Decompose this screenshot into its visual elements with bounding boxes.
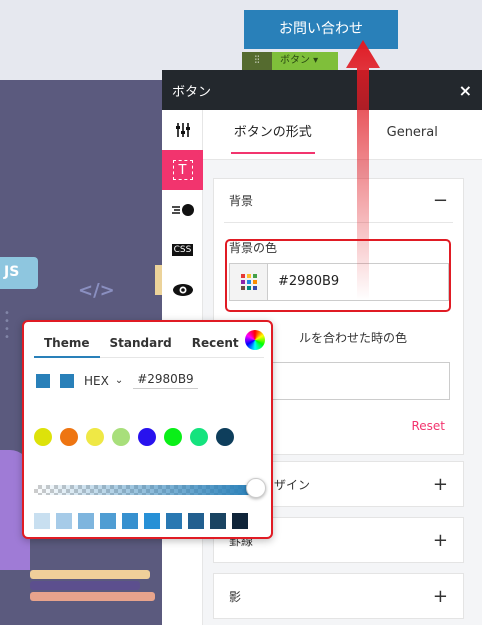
- tab-standard[interactable]: Standard: [100, 328, 182, 358]
- color-swatch[interactable]: [112, 428, 130, 446]
- color-swatch[interactable]: [164, 428, 182, 446]
- tab-label: General: [386, 125, 438, 140]
- shade-swatch[interactable]: [166, 513, 182, 529]
- section-title: 背景: [229, 194, 254, 208]
- color-wheel-icon[interactable]: [245, 330, 265, 350]
- expand-icon[interactable]: +: [433, 530, 448, 551]
- page-background: [0, 0, 482, 80]
- shade-swatch[interactable]: [210, 513, 226, 529]
- code-badge: </>: [78, 280, 115, 301]
- color-swatch[interactable]: [34, 428, 52, 446]
- color-swatch[interactable]: [60, 428, 78, 446]
- sliders-icon[interactable]: [162, 110, 203, 150]
- shade-swatches: [34, 513, 254, 529]
- expand-icon[interactable]: +: [433, 474, 448, 495]
- shade-swatch[interactable]: [56, 513, 72, 529]
- visibility-icon[interactable]: [162, 270, 203, 310]
- shade-swatch[interactable]: [34, 513, 50, 529]
- hex-input[interactable]: #2980B9: [133, 372, 198, 389]
- shade-swatch[interactable]: [122, 513, 138, 529]
- shade-swatch[interactable]: [144, 513, 160, 529]
- opacity-slider[interactable]: [34, 485, 254, 495]
- widget-toolbar: ⫶⫶ ボタン ▾: [242, 52, 338, 70]
- tab-theme[interactable]: Theme: [34, 328, 100, 358]
- red-arrow-annotation: [346, 40, 380, 300]
- tab-recent[interactable]: Recent: [182, 328, 249, 358]
- text-style-icon[interactable]: T: [162, 150, 203, 190]
- reset-link[interactable]: Reset: [411, 419, 445, 433]
- color-swatch[interactable]: [190, 428, 208, 446]
- close-icon[interactable]: ×: [459, 81, 472, 100]
- section-title: 影: [229, 589, 242, 604]
- shade-swatch[interactable]: [188, 513, 204, 529]
- hero-books: [30, 570, 160, 610]
- opacity-slider-handle[interactable]: [246, 478, 266, 498]
- shade-swatch[interactable]: [232, 513, 248, 529]
- sliders-icon[interactable]: ⫶⫶: [242, 52, 272, 70]
- tab-label: ボタンの形式: [233, 125, 312, 140]
- hero-dots: • • • •: [4, 308, 10, 343]
- panel-header: ボタン ×: [162, 70, 482, 110]
- background-section-header[interactable]: 背景 −: [224, 179, 453, 223]
- previous-color-swatch[interactable]: [60, 373, 74, 388]
- shade-swatch[interactable]: [100, 513, 116, 529]
- current-color-swatch: [36, 373, 50, 388]
- shadow-section[interactable]: 影 +: [213, 573, 464, 619]
- widget-name-label[interactable]: ボタン ▾: [272, 52, 338, 70]
- chevron-down-icon[interactable]: ⌄: [115, 375, 123, 386]
- panel-title: ボタン: [172, 84, 212, 100]
- picker-value-row: HEX ⌄ #2980B9: [36, 372, 198, 389]
- shadow-section-header: 影 +: [214, 574, 463, 618]
- collapse-icon[interactable]: −: [433, 190, 448, 211]
- color-swatch[interactable]: [86, 428, 104, 446]
- css-icon[interactable]: CSS: [162, 230, 203, 270]
- format-select[interactable]: HEX: [84, 374, 109, 388]
- animation-icon[interactable]: [162, 190, 203, 230]
- panel-tabs: ボタンの形式 General: [203, 110, 482, 160]
- highlight-box: [225, 239, 451, 312]
- tab-underline: [230, 152, 315, 154]
- color-picker-popup: Theme Standard Recent HEX ⌄ #2980B9: [22, 320, 273, 539]
- tab-button-style[interactable]: ボタンの形式: [203, 110, 343, 159]
- js-badge: JS: [0, 257, 38, 289]
- hover-color-label: ルを合わせた時の色: [299, 331, 408, 345]
- color-swatch[interactable]: [138, 428, 156, 446]
- theme-colors: [34, 428, 242, 446]
- picker-tabs: Theme Standard Recent: [34, 328, 264, 358]
- expand-icon[interactable]: +: [433, 586, 448, 607]
- shade-swatch[interactable]: [78, 513, 94, 529]
- color-swatch[interactable]: [216, 428, 234, 446]
